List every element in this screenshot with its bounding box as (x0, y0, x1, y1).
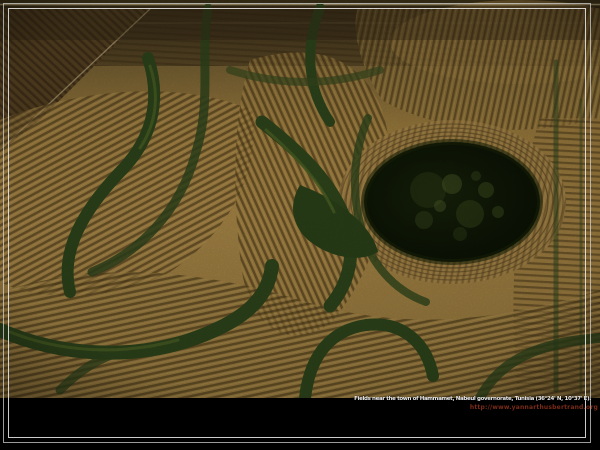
photo-credit-url: http://www.yannarthusbertrand.org (470, 404, 598, 412)
photo-caption: Fields near the town of Hammamet, Nabeul… (354, 395, 591, 403)
screenshot-stage: Fields near the town of Hammamet, Nabeul… (0, 0, 600, 450)
aerial-photo (0, 0, 600, 398)
photo-canvas (0, 0, 600, 398)
